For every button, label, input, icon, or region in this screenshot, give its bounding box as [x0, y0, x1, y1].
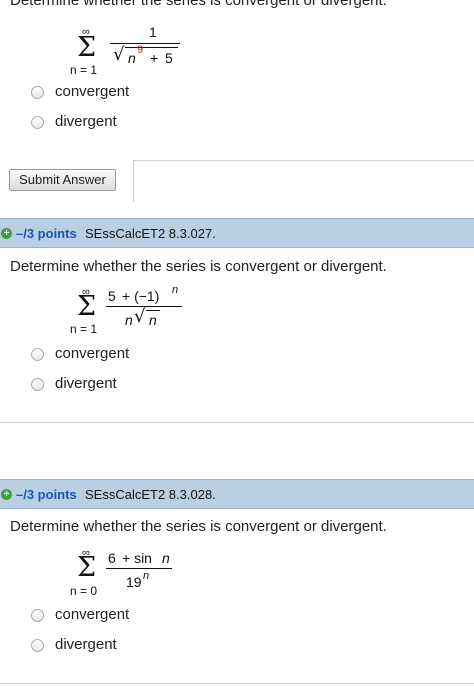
- q1-den-exp: 9: [137, 44, 144, 56]
- q2-radical-bar: [146, 310, 160, 311]
- q3-sigma: Σ: [77, 552, 97, 583]
- q2-sum-lower: n = 1: [70, 322, 98, 336]
- q3-num-rest: + sin: [122, 550, 152, 566]
- q2-radio-convergent[interactable]: [31, 348, 44, 361]
- q3-den-exp: n: [143, 570, 150, 582]
- q3-sum-lower: n = 0: [70, 584, 98, 598]
- q1-sum-lower: n = 1: [70, 63, 98, 77]
- q2-radio-divergent[interactable]: [31, 378, 44, 391]
- q3-option-divergent: divergent: [55, 636, 117, 653]
- q2-num-exp: n: [172, 284, 179, 296]
- q2-den-var: n: [125, 312, 133, 328]
- q1-radio-divergent[interactable]: [31, 116, 44, 129]
- q3-fraction-bar: [106, 568, 172, 569]
- q1-option-divergent: divergent: [55, 113, 117, 130]
- q2-prompt: Determine whether the series is converge…: [10, 258, 387, 275]
- q1-numerator: 1: [149, 24, 157, 40]
- q2-header: + –/3 points SEssCalcET2 8.3.027.: [0, 218, 474, 248]
- q2-option-convergent: convergent: [55, 345, 130, 362]
- q2-sigma: Σ: [77, 291, 97, 322]
- q3-header: + –/3 points SEssCalcET2 8.3.028.: [0, 479, 474, 509]
- q1-sigma: Σ: [77, 32, 97, 63]
- q2-radical: √: [134, 306, 146, 327]
- q1-radical: √: [113, 44, 125, 65]
- q1-divider: [133, 160, 474, 161]
- q3-den-base: 19: [126, 574, 142, 590]
- q2-divider: [0, 422, 474, 423]
- expand-plus-icon[interactable]: +: [1, 489, 12, 500]
- q1-submit-frame: [133, 160, 134, 202]
- q2-den-root-var: n: [149, 312, 157, 328]
- q1-den-plus: +: [150, 50, 159, 66]
- q3-divider: [0, 683, 474, 684]
- q2-option-divergent: divergent: [55, 375, 117, 392]
- q3-points: –/3 points: [16, 487, 77, 502]
- q2-points: –/3 points: [16, 226, 77, 241]
- q1-radical-bar: [125, 47, 178, 48]
- q3-radio-divergent[interactable]: [31, 639, 44, 652]
- q3-code: SEssCalcET2 8.3.028.: [85, 487, 216, 502]
- q1-den-const: 5: [165, 50, 173, 66]
- q3-num-const: 6: [108, 550, 116, 566]
- q1-den-var: n: [128, 50, 136, 66]
- expand-plus-icon[interactable]: +: [1, 228, 12, 239]
- submit-answer-button[interactable]: Submit Answer: [9, 169, 116, 191]
- q1-radio-convergent[interactable]: [31, 86, 44, 99]
- q3-num-var: n: [162, 550, 170, 566]
- q3-prompt: Determine whether the series is converge…: [10, 518, 387, 535]
- q2-num-rest: + (−1): [122, 288, 160, 304]
- q1-option-convergent: convergent: [55, 83, 130, 100]
- q1-prompt: Determine whether the series is converge…: [10, 0, 387, 9]
- q3-option-convergent: convergent: [55, 606, 130, 623]
- q2-code: SEssCalcET2 8.3.027.: [85, 226, 216, 241]
- q2-num-const: 5: [108, 288, 116, 304]
- q3-radio-convergent[interactable]: [31, 609, 44, 622]
